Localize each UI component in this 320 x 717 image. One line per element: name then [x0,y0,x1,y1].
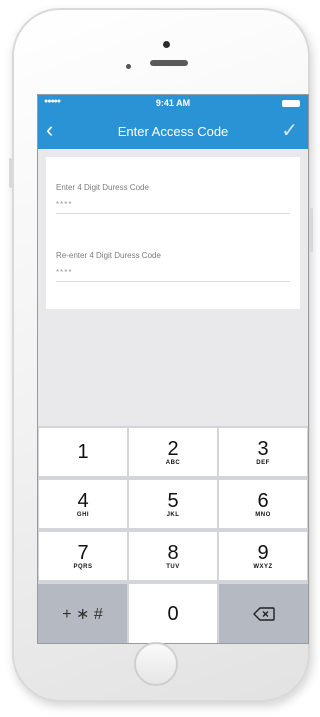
confirm-duress-code-field[interactable]: Re-enter 4 Digit Duress Code **** [56,251,290,282]
key-5[interactable]: 5 JKL [129,480,217,528]
status-bar: ●●●●● 9:41 AM [38,95,308,113]
backspace-icon [252,606,275,621]
delete-key[interactable] [219,584,308,643]
key-3[interactable]: 3 DEF [219,428,307,476]
numeric-keypad: 1 2 ABC 3 DEF 4 GHI 5 JKL 6 MNO 7 PQRS 8… [38,426,308,643]
key-1[interactable]: 1 [39,428,127,476]
key-8[interactable]: 8 TUV [129,532,217,580]
earpiece-speaker [150,60,188,66]
front-camera [163,41,170,48]
duress-code-field[interactable]: Enter 4 Digit Duress Code **** [56,183,290,214]
phone-screen: ●●●●● 9:41 AM ‹ Enter Access Code ✓ Ente… [37,94,309,644]
key-4[interactable]: 4 GHI [39,480,127,528]
power-button [310,208,313,252]
key-6[interactable]: 6 MNO [219,480,307,528]
duress-code-input[interactable]: **** [56,200,290,209]
home-button[interactable] [134,642,178,686]
proximity-sensor [126,64,131,69]
status-time: 9:41 AM [155,98,191,108]
key-9[interactable]: 9 WXYZ [219,532,307,580]
key-0[interactable]: 0 [129,584,217,643]
symbols-key[interactable]: + ∗ # [38,584,127,643]
key-7[interactable]: 7 PQRS [39,532,127,580]
checkmark-icon[interactable]: ✓ [281,118,298,143]
phone-frame: ●●●●● 9:41 AM ‹ Enter Access Code ✓ Ente… [9,8,313,702]
field-underline [56,281,290,282]
code-form: Enter 4 Digit Duress Code **** Re-enter … [46,157,300,309]
volume-button [9,158,12,188]
symbols-label: + ∗ # [62,605,103,623]
page-title: Enter Access Code [117,124,229,139]
field-underline [56,213,290,214]
key-2[interactable]: 2 ABC [129,428,217,476]
nav-bar: ‹ Enter Access Code ✓ [38,113,308,149]
battery-icon [282,100,300,107]
field-label: Enter 4 Digit Duress Code [56,183,149,192]
field-label: Re-enter 4 Digit Duress Code [56,251,161,260]
confirm-duress-code-input[interactable]: **** [56,268,290,277]
